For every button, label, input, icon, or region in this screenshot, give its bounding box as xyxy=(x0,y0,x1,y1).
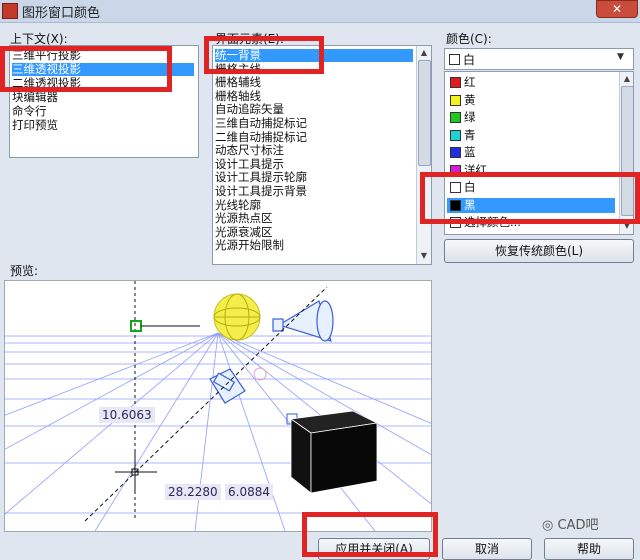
current-color-text: 白 xyxy=(463,53,476,67)
scroll-thumb[interactable] xyxy=(418,60,431,166)
color-combobox[interactable]: 白 ▼ xyxy=(444,48,634,70)
dimension-value-x: 28.2280 xyxy=(165,484,221,500)
preview-pane: 10.6063 28.2280 6.0884 xyxy=(4,280,432,532)
highlight-apply-close xyxy=(302,512,438,557)
watermark: ◎ CAD吧 xyxy=(542,518,599,533)
interface-scrollbar[interactable]: ▲ ▼ xyxy=(416,46,431,264)
interface-item[interactable]: 栅格辅线 xyxy=(215,76,413,89)
restore-classic-colors-button[interactable]: 恢复传统颜色(L) xyxy=(444,239,634,263)
color-swatch-icon xyxy=(450,147,461,158)
highlight-context-selection xyxy=(0,46,172,92)
close-button[interactable]: ✕ xyxy=(596,0,638,18)
app-icon xyxy=(2,3,18,19)
interface-item[interactable]: 栅格轴线 xyxy=(215,89,413,103)
window-title: 图形窗口颜色 xyxy=(22,6,101,21)
interface-item[interactable]: 二维自动捕捉标记 xyxy=(215,130,413,144)
interface-item[interactable]: 设计工具提示背景 xyxy=(215,185,413,198)
green-grip-icon xyxy=(130,320,142,332)
context-item[interactable]: 命令行 xyxy=(12,105,194,118)
color-option[interactable]: 黄 xyxy=(447,93,615,108)
chevron-down-icon[interactable]: ▼ xyxy=(617,52,624,62)
color-option[interactable]: 绿 xyxy=(447,110,615,125)
color-option-label: 红 xyxy=(464,75,476,89)
black-cube-icon xyxy=(289,410,379,494)
interface-item[interactable]: 设计工具提示 xyxy=(215,157,413,171)
interface-item[interactable]: 自动追踪矢量 xyxy=(215,103,413,116)
color-swatch-icon xyxy=(450,112,461,123)
scroll-up-arrow-icon[interactable]: ▲ xyxy=(418,47,430,59)
interface-item[interactable]: 光源衰减区 xyxy=(215,225,413,239)
color-swatch-icon xyxy=(450,94,461,106)
interface-item[interactable]: 光线轮廓 xyxy=(215,198,413,212)
sun-light-icon xyxy=(213,293,261,341)
highlight-interface-selection xyxy=(204,36,324,74)
color-option-label: 黄 xyxy=(464,92,476,107)
pink-marker-icon xyxy=(253,367,267,381)
interface-item[interactable]: 光源热点区 xyxy=(215,212,413,225)
color-scroll-up-icon[interactable]: ▲ xyxy=(621,73,633,85)
color-option[interactable]: 蓝 xyxy=(447,145,615,160)
interface-item[interactable]: 动态尺寸标注 xyxy=(215,144,413,157)
current-color-swatch xyxy=(449,54,460,65)
color-swatch-icon xyxy=(450,129,461,141)
highlight-color-selection xyxy=(420,172,640,224)
color-label: 颜色(C): xyxy=(446,32,492,46)
color-swatch-icon xyxy=(450,77,461,88)
context-item[interactable]: 块编辑器 xyxy=(12,91,194,104)
dimension-value-vertical: 10.6063 xyxy=(99,407,155,423)
interface-element-listbox[interactable]: ▲ ▼ 统一背景 栅格主线 栅格辅线 栅格轴线 自动追踪矢量 三维自动捕捉标记 二维自动捕捉… xyxy=(212,45,432,265)
scroll-down-arrow-icon[interactable]: ▼ xyxy=(418,250,430,262)
color-option[interactable]: 青 xyxy=(447,128,615,143)
interface-item[interactable]: 光源开始限制 xyxy=(215,239,413,252)
color-option-label: 青 xyxy=(464,127,476,142)
color-option-label: 蓝 xyxy=(464,145,476,159)
color-option-label: 绿 xyxy=(464,110,476,124)
title-bar: 图形窗口颜色 ✕ xyxy=(0,0,640,23)
context-item[interactable]: 打印预览 xyxy=(12,119,194,132)
wechat-icon: ◎ xyxy=(542,518,558,533)
color-option[interactable]: 红 xyxy=(447,75,615,90)
interface-item[interactable]: 设计工具提示轮廓 xyxy=(215,171,413,184)
preview-label: 预览: xyxy=(10,264,39,278)
spotlight-cone-icon xyxy=(272,300,334,342)
dimension-value-y: 6.0884 xyxy=(225,484,273,500)
interface-item[interactable]: 三维自动捕捉标记 xyxy=(215,117,413,130)
